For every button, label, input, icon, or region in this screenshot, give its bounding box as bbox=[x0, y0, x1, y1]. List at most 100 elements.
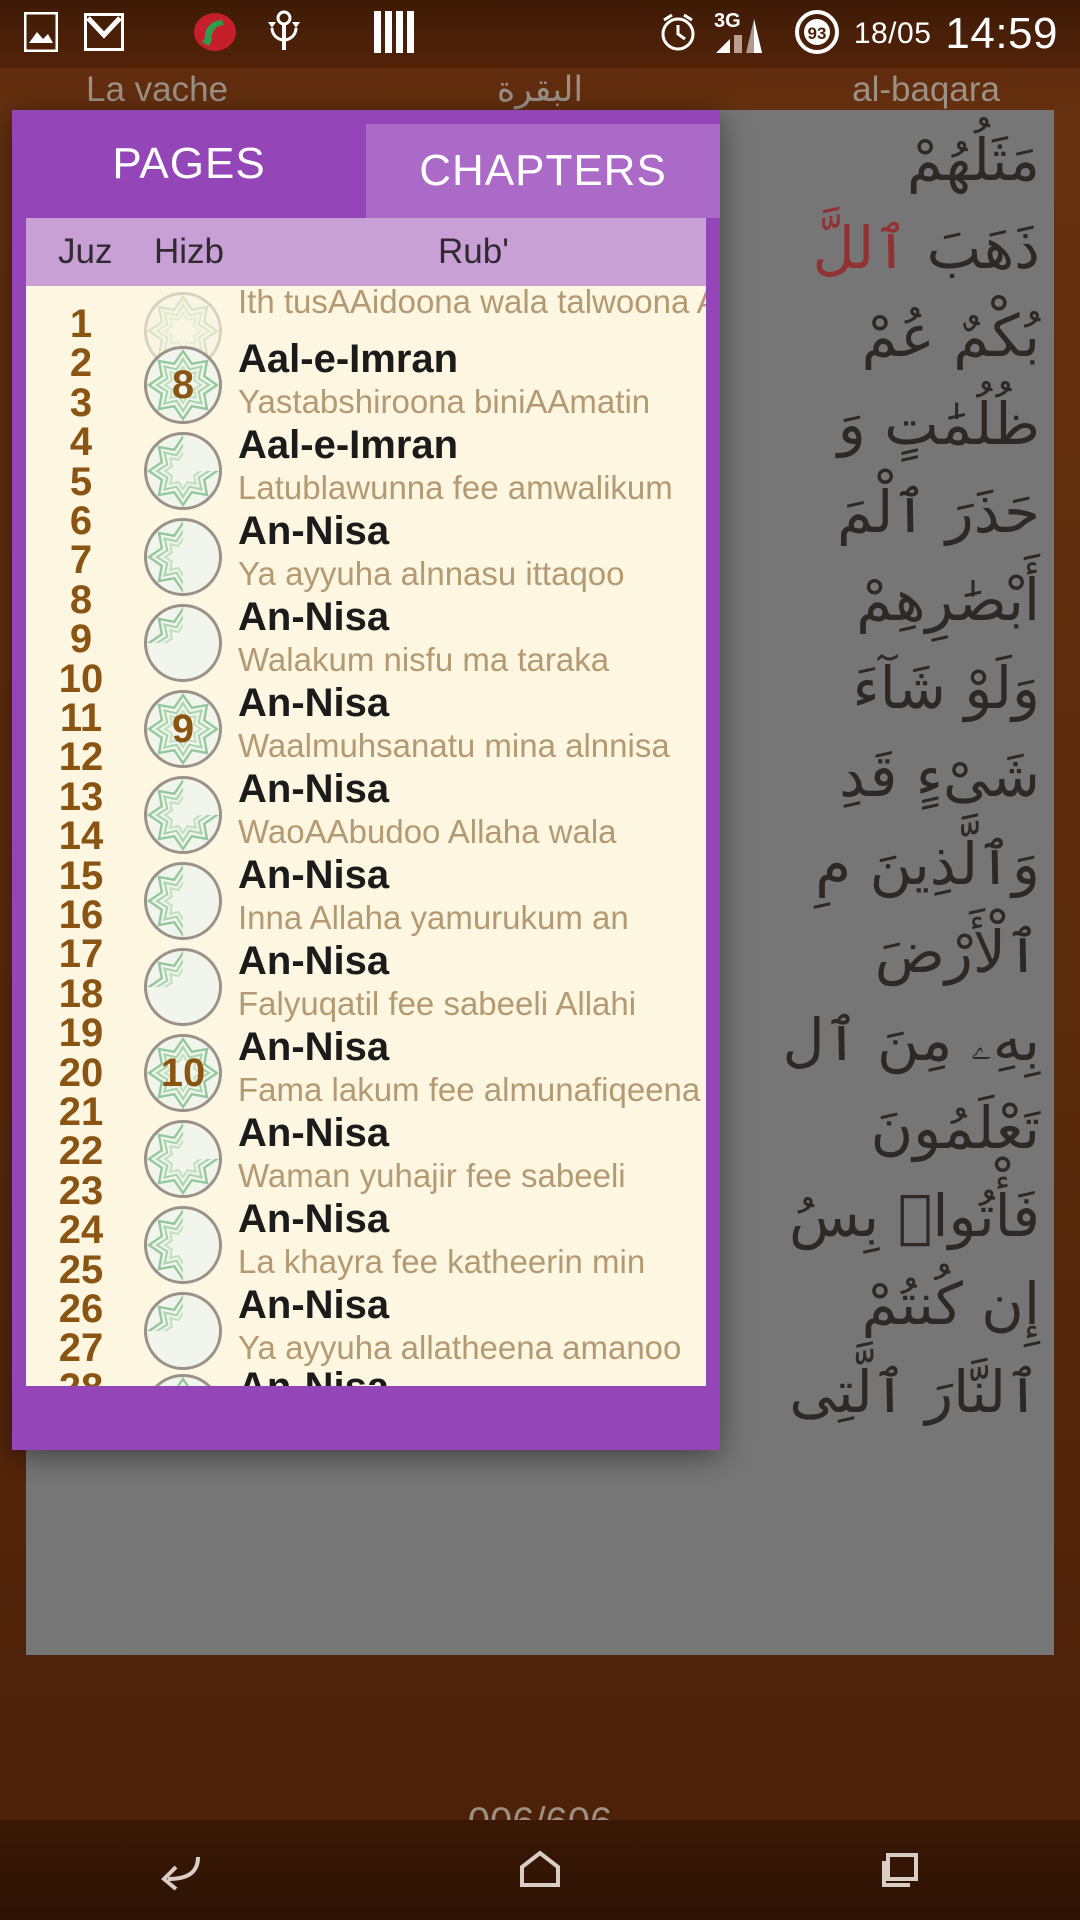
rub-row[interactable]: 9 An-Nisa Waalmuhsanatu mina alnnisa bbox=[136, 680, 706, 772]
rub-text: An-NisaWalakum nisfu ma taraka azwajukum… bbox=[226, 594, 706, 686]
rub-row[interactable]: An-NisaLa khayra fee katheerin min najwa… bbox=[136, 1196, 706, 1288]
hizb-number: 10 bbox=[160, 1050, 206, 1095]
surah-title: An-Nisa bbox=[238, 681, 390, 725]
rub-subtitle: Waalmuhsanatu mina alnnisa bbox=[238, 727, 670, 764]
juz-number[interactable]: 5 bbox=[26, 460, 136, 505]
juz-number[interactable]: 7 bbox=[26, 538, 136, 583]
rub-row[interactable]: An-NisaWaoAAbudoo Allaha wala tushrikoo … bbox=[136, 766, 706, 858]
rub-row[interactable]: An-NisaWaman yuhajir fee sabeeli Allahi … bbox=[136, 1110, 706, 1202]
tab-chapters[interactable]: CHAPTERS bbox=[366, 124, 720, 218]
surah-title: An-Nisa bbox=[238, 939, 390, 983]
surah-title: An-Nisa bbox=[238, 853, 390, 897]
rub-row[interactable]: An-NisaYa ayyuha allatheena amanoo koon bbox=[136, 1282, 706, 1374]
juz-number[interactable]: 24 bbox=[26, 1208, 136, 1253]
rub-text: An-NisaWaman yuhajir fee sabeeli Allahi … bbox=[226, 1110, 706, 1202]
juz-number[interactable]: 10 bbox=[26, 657, 136, 702]
table-header-row: Juz Hizb Rub' bbox=[26, 218, 706, 286]
surah-name-french: La vache bbox=[86, 70, 229, 109]
rub-row[interactable]: 8 Aal-e-ImranYastabshiroona biniAAmatin m… bbox=[136, 336, 706, 428]
dialog-tabs: PAGES CHAPTERS bbox=[12, 110, 720, 218]
juz-number[interactable]: 16 bbox=[26, 893, 136, 938]
status-time: 14:59 bbox=[945, 9, 1058, 58]
hizb-medallion-icon bbox=[140, 1116, 226, 1202]
rub-row[interactable]: 10 An-NisaFama lakum fee almunafiqeena fi… bbox=[136, 1024, 706, 1116]
juz-number[interactable]: 8 bbox=[26, 578, 136, 623]
surah-title: An-Nisa bbox=[238, 595, 390, 639]
missed-call-icon bbox=[192, 10, 238, 59]
bars-icon bbox=[372, 9, 418, 60]
hizb-medallion-icon bbox=[140, 858, 226, 944]
surah-title: An-Nisa bbox=[238, 1111, 390, 1155]
rub-row[interactable]: An-NisaYa ayyuha alnnasu ittaqoo rabbak bbox=[136, 508, 706, 600]
juz-number[interactable]: 28 bbox=[26, 1366, 136, 1386]
hizb-number: 11 bbox=[144, 1374, 222, 1386]
rub-text: Ith tusAAidoona wala talwoona AAala< bbox=[226, 286, 706, 322]
status-date: 18/05 bbox=[853, 17, 932, 50]
surah-name-arabic: البقرة bbox=[496, 70, 584, 110]
juz-number[interactable]: 2 bbox=[26, 341, 136, 386]
juz-number[interactable]: 14 bbox=[26, 814, 136, 859]
juz-number[interactable]: 4 bbox=[26, 420, 136, 465]
rub-text: An-Nisa bbox=[226, 1364, 389, 1386]
surah-title: An-Nisa bbox=[238, 1197, 390, 1241]
juz-number[interactable]: 3 bbox=[26, 381, 136, 426]
hizb-medallion-icon: 10 bbox=[140, 1030, 226, 1116]
rub-row[interactable]: 11 An-Nisa bbox=[136, 1364, 706, 1386]
battery-level-label: 93 bbox=[807, 24, 826, 43]
rub-text: An-NisaInna Allaha yamurukum an tuaddoo … bbox=[226, 852, 706, 944]
juz-number[interactable]: 9 bbox=[26, 617, 136, 662]
juz-number[interactable]: 13 bbox=[26, 775, 136, 820]
juz-number[interactable]: 23 bbox=[26, 1169, 136, 1214]
android-nav-bar bbox=[0, 1820, 1080, 1920]
surah-title: An-Nisa bbox=[238, 1283, 390, 1327]
juz-number[interactable]: 12 bbox=[26, 735, 136, 780]
alarm-icon bbox=[656, 10, 700, 59]
rub-text: An-NisaWaoAAbudoo Allaha wala tushrikoo … bbox=[226, 766, 706, 858]
juz-number[interactable]: 1 bbox=[26, 302, 136, 347]
surah-name-transliteration: al-baqara bbox=[852, 70, 1000, 109]
juz-number[interactable]: 17 bbox=[26, 932, 136, 977]
rub-text: Aal-e-ImranLatublawunna fee amwalikum wa… bbox=[226, 422, 706, 514]
rub-text: An-NisaYa ayyuha allatheena amanoo koon bbox=[226, 1282, 706, 1374]
juz-number[interactable]: 6 bbox=[26, 499, 136, 544]
back-icon[interactable] bbox=[152, 1845, 208, 1896]
svg-text:3G: 3G bbox=[714, 10, 741, 32]
goto-dialog: PAGES CHAPTERS Juz Hizb Rub' 1 2 3 4 5 6 7 8 9 10… bbox=[12, 110, 720, 1450]
hizb-medallion-icon bbox=[140, 772, 226, 858]
home-icon[interactable] bbox=[512, 1845, 568, 1896]
rub-row[interactable]: An-NisaInna Allaha yamurukum an tuaddoo … bbox=[136, 852, 706, 944]
status-bar-left-icons bbox=[0, 9, 418, 60]
rub-row[interactable]: Aal-e-ImranLatublawunna fee amwalikum wa… bbox=[136, 422, 706, 514]
rub-row[interactable]: An-NisaFalyuqatil fee sabeeli Allahi all… bbox=[136, 938, 706, 1030]
rub-text: Aal-e-ImranYastabshiroona biniAAmatin mi… bbox=[226, 336, 706, 428]
hizb-medallion-icon: 8 bbox=[140, 342, 226, 428]
hizb-medallion-icon: 9 bbox=[140, 686, 226, 772]
hizb-medallion-icon: 11 bbox=[140, 1370, 226, 1386]
juz-number[interactable]: 18 bbox=[26, 972, 136, 1017]
usb-icon bbox=[264, 10, 304, 59]
rub-text: An-NisaLa khayra fee katheerin min najwa… bbox=[226, 1196, 706, 1288]
juz-number[interactable]: 22 bbox=[26, 1129, 136, 1174]
rub-text: An-NisaYa ayyuha alnnasu ittaqoo rabbak bbox=[226, 508, 706, 600]
gmail-icon bbox=[84, 12, 124, 56]
chapters-list[interactable]: 1 2 3 4 5 6 7 8 9 10 11 12 13 14 15 16 17 18 19 20 21 22 23 24 2… bbox=[26, 286, 706, 1386]
rub-text: An-NisaFalyuqatil fee sabeeli Allahi all… bbox=[226, 938, 706, 1030]
juz-number[interactable]: 27 bbox=[26, 1326, 136, 1371]
juz-number[interactable]: 25 bbox=[26, 1248, 136, 1293]
juz-number[interactable]: 26 bbox=[26, 1287, 136, 1332]
hizb-medallion-icon bbox=[140, 428, 226, 514]
rub-rows-container[interactable]: Ith tusAAidoona wala talwoona AAala< 8 Aal… bbox=[136, 286, 706, 1386]
juz-number[interactable]: 15 bbox=[26, 854, 136, 899]
rub-row[interactable]: An-NisaWalakum nisfu ma taraka azwajukum… bbox=[136, 594, 706, 686]
recents-icon[interactable] bbox=[872, 1845, 928, 1896]
column-header-rub: Rub' bbox=[438, 232, 509, 271]
juz-column[interactable]: 1 2 3 4 5 6 7 8 9 10 11 12 13 14 15 16 17 18 19 20 21 22 23 24 2… bbox=[26, 286, 136, 1386]
hizb-medallion-icon bbox=[140, 944, 226, 1030]
juz-number[interactable]: 21 bbox=[26, 1090, 136, 1135]
juz-number[interactable]: 20 bbox=[26, 1051, 136, 1096]
surah-title: An-Nisa bbox=[238, 1025, 390, 1069]
tab-pages[interactable]: PAGES bbox=[12, 110, 366, 218]
hizb-number: 8 bbox=[171, 362, 195, 407]
juz-number[interactable]: 19 bbox=[26, 1011, 136, 1056]
juz-number[interactable]: 11 bbox=[26, 696, 136, 741]
